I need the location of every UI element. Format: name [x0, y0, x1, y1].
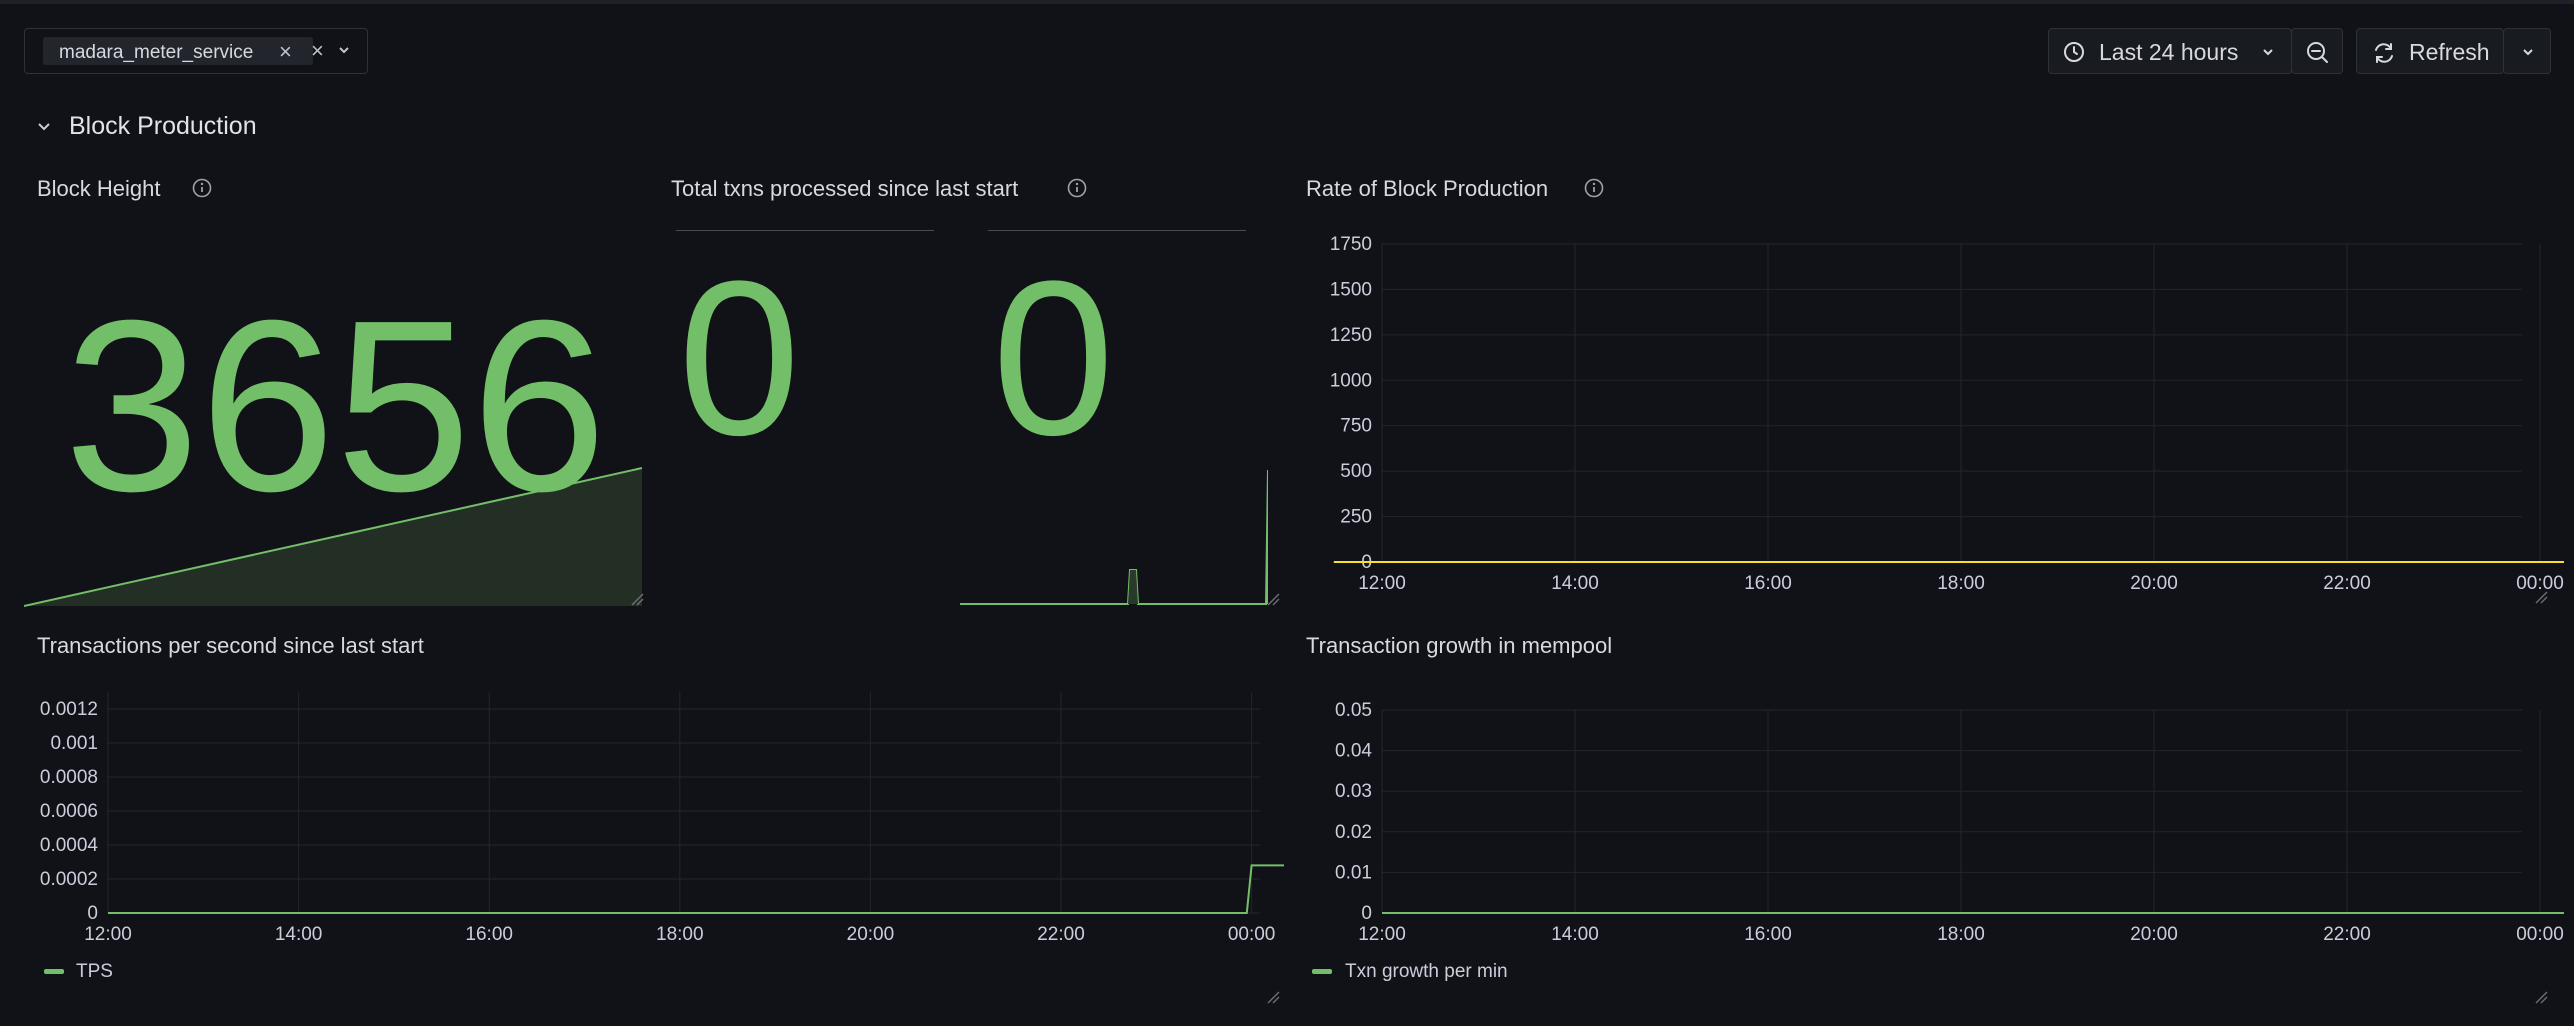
- resize-handle-icon[interactable]: [2534, 990, 2548, 1004]
- stat-divider: [676, 230, 934, 231]
- refresh-button[interactable]: Refresh: [2356, 28, 2504, 74]
- series-line: [1382, 912, 2564, 914]
- x-tick-label: 20:00: [2130, 924, 2178, 944]
- y-tick-label: 0.03: [1335, 781, 1372, 802]
- x-tick-label: 12:00: [1358, 924, 1406, 944]
- x-tick-label: 22:00: [2323, 924, 2371, 944]
- clock-icon: [2064, 42, 2084, 62]
- x-tick-label: 12:00: [84, 924, 132, 944]
- x-tick-label: 20:00: [847, 924, 895, 944]
- tps-chart[interactable]: 0 0.0002 0.0004 0.0006 0.0008 0.001 0.0012 12:0…: [24, 686, 1284, 944]
- info-icon[interactable]: [1066, 177, 1088, 199]
- row-title[interactable]: Block Production: [69, 112, 257, 141]
- y-tick-label: 1000: [1330, 370, 1372, 391]
- resize-handle-icon[interactable]: [1266, 592, 1280, 606]
- stat-divider: [988, 230, 1246, 231]
- refresh-icon: [2375, 43, 2393, 63]
- series-line: [1333, 561, 2564, 563]
- variable-chip: madara_meter_service ×: [43, 37, 313, 65]
- time-range-label: Last 24 hours: [2099, 39, 2239, 65]
- resize-handle-icon[interactable]: [1266, 990, 1280, 1004]
- y-tick-label: 0.001: [50, 733, 98, 754]
- y-tick-label: 0.05: [1335, 700, 1372, 721]
- series-line: [108, 864, 1284, 914]
- tps-legend-swatch: [44, 969, 64, 974]
- resize-handle-icon[interactable]: [630, 592, 644, 606]
- chevron-down-icon: [2263, 49, 2273, 56]
- y-tick-label: 250: [1340, 507, 1372, 528]
- block-height-title[interactable]: Block Height: [37, 176, 161, 202]
- y-tick-label: 1750: [1330, 234, 1372, 255]
- y-tick-label: 0.0002: [40, 869, 98, 890]
- tps-title[interactable]: Transactions per second since last start: [37, 633, 424, 659]
- y-tick-label: 500: [1340, 461, 1372, 482]
- total-txns-title[interactable]: Total txns processed since last start: [671, 176, 1018, 202]
- y-tick-label: 0.0004: [40, 835, 99, 856]
- time-range-picker[interactable]: Last 24 hours: [2048, 28, 2292, 74]
- zoom-out-icon: [2307, 42, 2328, 63]
- clear-icon[interactable]: ×: [311, 38, 324, 64]
- collapse-row-icon[interactable]: [36, 118, 52, 134]
- x-tick-label: 12:00: [1358, 573, 1406, 594]
- mempool-legend-swatch: [1312, 969, 1332, 974]
- x-tick-label: 20:00: [2130, 573, 2178, 594]
- remove-chip-icon[interactable]: ×: [279, 39, 292, 65]
- y-tick-label: 0.04: [1335, 741, 1372, 762]
- total-txns-value-2: 0: [992, 235, 1115, 481]
- mempool-title[interactable]: Transaction growth in mempool: [1306, 633, 1612, 659]
- refresh-interval-dropdown[interactable]: [2503, 28, 2551, 74]
- resize-handle-icon[interactable]: [2534, 590, 2548, 604]
- x-tick-label: 14:00: [1551, 573, 1599, 594]
- y-tick-label: 0.0012: [40, 699, 98, 720]
- tps-legend-label[interactable]: TPS: [76, 961, 113, 983]
- x-tick-label: 16:00: [1744, 924, 1792, 944]
- y-tick-label: 1500: [1330, 279, 1372, 300]
- y-tick-label: 750: [1340, 416, 1372, 437]
- y-tick-label: 0.02: [1335, 822, 1372, 843]
- x-tick-label: 18:00: [1937, 924, 1985, 944]
- x-tick-label: 18:00: [1937, 573, 1985, 594]
- y-tick-label: 0.0008: [40, 767, 98, 788]
- x-tick-label: 22:00: [2323, 573, 2371, 594]
- x-tick-label: 18:00: [656, 924, 704, 944]
- x-tick-label: 00:00: [1228, 924, 1276, 944]
- chevron-down-icon: [2523, 49, 2533, 56]
- x-tick-label: 16:00: [465, 924, 513, 944]
- x-tick-label: 00:00: [2516, 924, 2564, 944]
- y-tick-label: 0: [1361, 903, 1372, 924]
- service-variable-picker[interactable]: madara_meter_service × ×: [24, 28, 368, 74]
- total-txns-sparkline: [960, 469, 1268, 605]
- y-tick-label: 1250: [1330, 325, 1372, 346]
- y-tick-label: 0.01: [1335, 862, 1372, 883]
- x-tick-label: 16:00: [1744, 573, 1792, 594]
- info-icon[interactable]: [1583, 177, 1605, 199]
- y-tick-label: 0.0006: [40, 801, 98, 822]
- x-tick-label: 22:00: [1037, 924, 1085, 944]
- mempool-legend-label[interactable]: Txn growth per min: [1345, 961, 1508, 983]
- variable-chip-label: madara_meter_service: [59, 42, 254, 63]
- x-tick-label: 14:00: [1551, 924, 1599, 944]
- block-height-value: 3656: [64, 269, 607, 542]
- zoom-out-button[interactable]: [2291, 28, 2343, 74]
- rate-title[interactable]: Rate of Block Production: [1306, 176, 1548, 202]
- top-border: [0, 0, 2574, 4]
- total-txns-value-1: 0: [678, 235, 801, 481]
- x-tick-label: 14:00: [275, 924, 323, 944]
- chevron-down-icon[interactable]: [337, 43, 351, 57]
- mempool-chart[interactable]: 0 0.01 0.02 0.03 0.04 0.05 12:00 14:00 16:00 18:0…: [1296, 686, 2564, 944]
- info-icon[interactable]: [191, 177, 213, 199]
- y-tick-label: 0: [87, 903, 98, 924]
- rate-chart[interactable]: 0250500750100012501500175012:00 14:00 16:0…: [1296, 228, 2564, 608]
- refresh-label: Refresh: [2409, 39, 2490, 65]
